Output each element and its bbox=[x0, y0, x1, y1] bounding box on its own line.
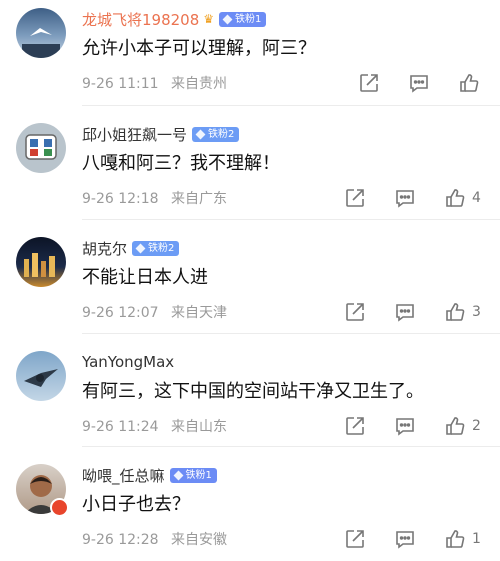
avatar-image bbox=[24, 369, 58, 387]
share-button[interactable] bbox=[344, 301, 366, 323]
fan-badge[interactable]: 铁粉2 bbox=[132, 240, 180, 256]
username[interactable]: 龙城飞将198208 bbox=[82, 9, 199, 30]
avatar[interactable] bbox=[16, 351, 66, 401]
comment-time: 9-26 11:24 bbox=[82, 419, 159, 435]
like-button[interactable] bbox=[458, 72, 486, 94]
fan-badge-label: 铁粉1 bbox=[185, 469, 212, 481]
comment-location: 来自贵州 bbox=[171, 76, 228, 92]
comment-meta: 9-26 11:11 来自贵州 bbox=[82, 74, 235, 94]
username[interactable]: 邱小姐狂飙一号 bbox=[82, 124, 187, 145]
comment-icon bbox=[396, 531, 414, 549]
diamond-icon bbox=[222, 14, 233, 24]
share-icon bbox=[346, 530, 364, 548]
like-button[interactable]: 4 bbox=[444, 187, 481, 209]
like-button[interactable]: 1 bbox=[444, 528, 481, 550]
comment-icon bbox=[396, 304, 414, 322]
comment-meta: 9-26 12:18 来自广东 bbox=[82, 189, 235, 209]
comment-icon bbox=[396, 190, 414, 208]
reply-button[interactable] bbox=[394, 415, 416, 437]
like-count: 4 bbox=[472, 190, 481, 206]
share-icon bbox=[346, 303, 364, 321]
fan-badge[interactable]: 铁粉1 bbox=[219, 11, 267, 27]
avatar[interactable] bbox=[16, 237, 66, 287]
avatar[interactable] bbox=[16, 464, 69, 517]
comment-location: 来自天津 bbox=[171, 305, 228, 321]
share-button[interactable] bbox=[344, 187, 366, 209]
thumbs-up-icon bbox=[446, 189, 465, 207]
fan-badge-label: 铁粉2 bbox=[208, 128, 235, 140]
avatar-image bbox=[24, 253, 55, 277]
fan-badge-label: 铁粉1 bbox=[235, 13, 262, 25]
comment-icon bbox=[396, 418, 414, 436]
reply-button[interactable] bbox=[408, 72, 430, 94]
fan-badge-label: 铁粉2 bbox=[148, 242, 175, 254]
comment-text: 小日子也去？ bbox=[82, 494, 190, 515]
fan-badge[interactable]: 铁粉2 bbox=[192, 126, 240, 142]
comment-icon bbox=[410, 75, 428, 93]
name-row: 胡克尔 铁粉2 bbox=[82, 236, 180, 260]
reply-button[interactable] bbox=[394, 187, 416, 209]
comment-location: 来自安徽 bbox=[171, 532, 228, 548]
share-button[interactable] bbox=[344, 528, 366, 550]
comment-meta: 9-26 12:28 来自安徽 bbox=[82, 530, 235, 550]
verified-badge-icon bbox=[50, 498, 69, 517]
thumbs-up-icon bbox=[446, 530, 465, 548]
comment-item: 胡克尔 铁粉2 不能让日本人进 9-26 12:07 来自天津 3 bbox=[0, 220, 500, 334]
comment-item: 邱小姐狂飙一号 铁粉2 八嘎和阿三？我不理解！ 9-26 12:18 来自广东 … bbox=[0, 106, 500, 220]
comment-time: 9-26 12:07 bbox=[82, 305, 159, 321]
name-row: 龙城飞将198208 ♛ 铁粉1 bbox=[82, 7, 267, 31]
comment-item: YanYongMax 有阿三，这下中国的空间站干净又卫生了。 9-26 11:2… bbox=[0, 334, 500, 447]
thumbs-up-icon bbox=[460, 74, 479, 92]
share-button[interactable] bbox=[344, 415, 366, 437]
share-icon bbox=[346, 417, 364, 435]
like-count: 3 bbox=[472, 304, 481, 320]
share-icon bbox=[346, 189, 364, 207]
comment-meta: 9-26 12:07 来自天津 bbox=[82, 303, 235, 323]
comment-time: 9-26 12:18 bbox=[82, 191, 159, 207]
diamond-icon bbox=[135, 243, 146, 253]
comment-time: 9-26 11:11 bbox=[82, 76, 159, 92]
name-row: 呦喂_任总嘛 铁粉1 bbox=[82, 463, 217, 487]
comment-text: 允许小本子可以理解，阿三？ bbox=[82, 38, 316, 59]
avatar[interactable] bbox=[16, 123, 66, 173]
name-row: 邱小姐狂飙一号 铁粉2 bbox=[82, 122, 240, 146]
username[interactable]: YanYongMax bbox=[82, 353, 174, 371]
like-count: 1 bbox=[472, 531, 481, 547]
comment-location: 来自广东 bbox=[171, 191, 228, 207]
reply-button[interactable] bbox=[394, 301, 416, 323]
avatar-image bbox=[25, 134, 57, 160]
share-button[interactable] bbox=[358, 72, 380, 94]
comment-text: 八嘎和阿三？我不理解！ bbox=[82, 153, 280, 174]
comment-item: 呦喂_任总嘛 铁粉1 小日子也去？ 9-26 12:28 来自安徽 1 bbox=[0, 447, 500, 561]
username[interactable]: 胡克尔 bbox=[82, 238, 127, 259]
avatar-image bbox=[22, 28, 60, 58]
avatar[interactable] bbox=[16, 8, 66, 58]
comment-time: 9-26 12:28 bbox=[82, 532, 159, 548]
like-button[interactable]: 2 bbox=[444, 415, 481, 437]
name-row: YanYongMax bbox=[82, 350, 174, 374]
vip-crown-icon: ♛ bbox=[203, 12, 215, 26]
like-count: 2 bbox=[472, 418, 481, 434]
share-icon bbox=[360, 74, 378, 92]
thumbs-up-icon bbox=[446, 417, 465, 435]
username[interactable]: 呦喂_任总嘛 bbox=[82, 465, 165, 486]
comment-text: 不能让日本人进 bbox=[82, 267, 208, 288]
comment-text: 有阿三，这下中国的空间站干净又卫生了。 bbox=[82, 381, 424, 402]
comment-meta: 9-26 11:24 来自山东 bbox=[82, 417, 235, 437]
diamond-icon bbox=[195, 129, 206, 139]
reply-button[interactable] bbox=[394, 528, 416, 550]
comment-item: 龙城飞将198208 ♛ 铁粉1 允许小本子可以理解，阿三？ 9-26 11:1… bbox=[0, 0, 500, 106]
thumbs-up-icon bbox=[446, 303, 465, 321]
comment-location: 来自山东 bbox=[171, 419, 228, 435]
like-button[interactable]: 3 bbox=[444, 301, 481, 323]
fan-badge[interactable]: 铁粉1 bbox=[169, 467, 217, 483]
diamond-icon bbox=[173, 470, 183, 480]
